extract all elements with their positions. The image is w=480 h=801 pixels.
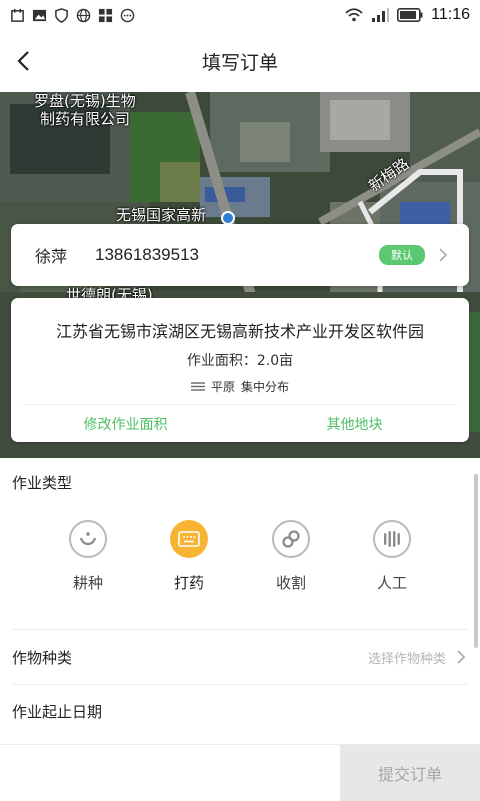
link-icon	[272, 520, 310, 558]
op-type-selector: 耕种 打药 收割 人工	[0, 520, 480, 610]
battery-icon	[397, 8, 423, 22]
op-type-farming[interactable]: 耕种	[48, 520, 128, 593]
op-type-label-manual: 人工	[376, 574, 407, 592]
op-type-label-farming: 耕种	[72, 574, 103, 592]
op-type-label-spraying: 打药	[173, 574, 204, 592]
navigation-bar: 填写订单	[0, 30, 480, 92]
address-text: 江苏省无锡市滨湖区无锡高新技术产业开发区软件园	[55, 322, 424, 341]
terrain-icon	[190, 382, 205, 391]
op-type-label-harvesting: 收割	[275, 574, 306, 592]
contact-name: 徐萍	[35, 247, 68, 266]
image-icon	[32, 9, 47, 21]
modify-area-button[interactable]: 修改作业面积	[11, 405, 240, 442]
contact-phone: 13861839513	[95, 245, 200, 264]
notification-icons	[10, 7, 135, 23]
map-label-district: 无锡国家高新	[116, 206, 207, 224]
status-bar: 11:16	[0, 0, 480, 30]
op-type-spraying[interactable]: 打药	[149, 520, 229, 593]
default-badge: 默认	[379, 245, 425, 265]
contact-card[interactable]: 徐萍 13861839513 默认	[11, 224, 469, 286]
op-type-harvesting[interactable]: 收割	[251, 520, 331, 593]
apps-icon	[98, 8, 113, 22]
other-plot-button[interactable]: 其他地块	[240, 405, 469, 442]
submit-order-button[interactable]: 提交订单	[340, 745, 480, 801]
chevron-right-icon	[457, 650, 466, 664]
shield-icon	[55, 7, 68, 23]
back-arrow-icon[interactable]	[8, 46, 38, 76]
divider	[12, 684, 468, 685]
scrollbar[interactable]	[474, 474, 478, 648]
date-range-label[interactable]: 作业起止日期	[12, 701, 102, 722]
terrain-label: 平原	[210, 380, 235, 394]
calendar-icon	[11, 8, 24, 22]
address-card: 江苏省无锡市滨湖区无锡高新技术产业开发区软件园 作业面积：2.0亩 平原 集中分…	[11, 298, 469, 442]
clock: 11:16	[431, 6, 470, 23]
dots-icon	[373, 520, 411, 558]
bottom-bar: 提交订单	[0, 744, 480, 801]
smile-icon	[69, 520, 107, 558]
crop-type-placeholder: 选择作物种类	[367, 651, 446, 667]
crop-type-label: 作物种类	[12, 648, 73, 667]
page-title: 填写订单	[201, 51, 278, 74]
more-icon	[120, 8, 135, 22]
signal-icon	[372, 8, 390, 22]
wifi-icon	[345, 8, 363, 22]
distribution-label: 集中分布	[241, 380, 290, 394]
globe-icon	[76, 8, 91, 22]
crop-type-row[interactable]: 作物种类 选择作物种类	[0, 630, 480, 684]
address-actions: 修改作业面积 其他地块	[11, 405, 469, 442]
op-type-manual[interactable]: 人工	[352, 520, 432, 593]
chevron-right-icon	[439, 248, 448, 262]
keyboard-icon	[170, 520, 208, 558]
op-type-label: 作业类型	[12, 474, 73, 492]
area-text: 作业面积：2.0亩	[186, 353, 294, 369]
terrain-row: 平原 集中分布	[11, 378, 469, 395]
map-label-company-line2: 制药有限公司	[40, 110, 131, 128]
